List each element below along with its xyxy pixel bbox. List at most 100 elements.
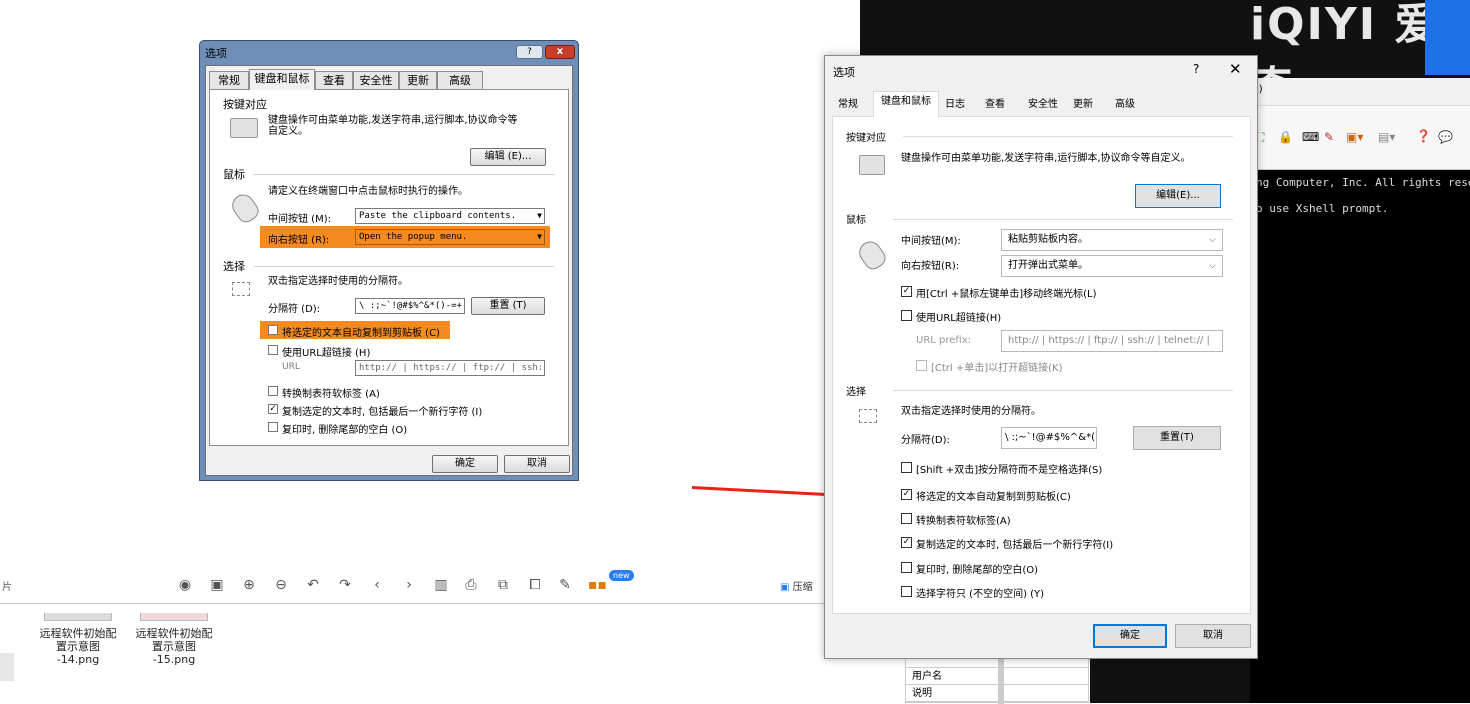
keyboard-icon — [859, 155, 885, 175]
compress-button[interactable]: ▣ 压缩 — [780, 578, 813, 593]
url-prefix-input[interactable]: http:// | https:// | ftp:// | ssh:// | t… — [1001, 330, 1223, 352]
thumbnail[interactable]: 远程软件初始配 置示意图 -14.png — [38, 613, 118, 666]
tab-update[interactable]: 更新 — [399, 71, 437, 89]
use-url-checkbox[interactable] — [901, 310, 912, 321]
previous-icon[interactable]: ‹ — [368, 576, 386, 594]
ok-button[interactable]: 确定 — [432, 455, 498, 473]
copy-newline-checkbox[interactable]: ✓ — [901, 537, 912, 548]
delete-icon[interactable]: ▥ — [432, 576, 450, 594]
tab-update[interactable]: 更新 — [1065, 94, 1101, 116]
select-nonblank-checkbox[interactable] — [901, 586, 912, 597]
ctrl-click-url-checkbox[interactable] — [916, 360, 927, 371]
close-button[interactable]: ✕ — [1229, 60, 1242, 78]
edit-button[interactable]: 编辑 (E)... — [470, 148, 546, 166]
keyboard-icon[interactable]: ⌨ — [1302, 130, 1319, 144]
use-url-label: 使用URL超链接(H) — [916, 313, 1002, 324]
crop-icon[interactable]: ⧠ — [526, 576, 544, 594]
highlight-icon[interactable]: ✎ — [1324, 130, 1334, 144]
tab-keyboard-mouse[interactable]: 键盘和鼠标 — [249, 69, 315, 90]
trim-trailing-checkbox[interactable] — [268, 422, 278, 432]
middle-button-select[interactable]: Paste the clipboard contents. ▼ — [355, 208, 545, 224]
copy-icon[interactable]: ⧉ — [494, 576, 512, 594]
use-url-checkbox[interactable] — [268, 345, 278, 355]
cancel-button[interactable]: 取消 — [1175, 624, 1251, 648]
tab-advanced[interactable]: 高级 — [1105, 94, 1145, 116]
next-icon[interactable]: › — [400, 576, 418, 594]
zoom-out-icon[interactable]: ⊖ — [272, 576, 290, 594]
ctrl-click-checkbox[interactable]: ✓ — [901, 286, 912, 297]
session-icon[interactable]: ▣▾ — [1346, 130, 1363, 144]
table-row: 说明 — [906, 685, 1088, 702]
shift-double-click-checkbox[interactable] — [901, 462, 912, 473]
lock-icon[interactable]: 🔒 — [1278, 130, 1293, 144]
table-row — [906, 659, 1088, 668]
rotate-left-icon[interactable]: ↶ — [304, 576, 322, 594]
tab-view[interactable]: 查看 — [979, 94, 1011, 116]
use-url-label: 使用URL超链接 (H) — [282, 348, 371, 359]
tab-convert-label: 转换制表符软标签(A) — [916, 516, 1011, 527]
mouse-scroll-icon[interactable]: ◉ — [176, 576, 194, 594]
tab-convert-checkbox[interactable] — [268, 386, 278, 396]
url-prefix-label: URL prefix: — [916, 335, 971, 346]
reset-button[interactable]: 重置(T) — [1133, 426, 1221, 450]
thumbnail-label: 远程软件初始配 — [39, 627, 117, 640]
delimiter-input[interactable]: \ :;~`!@#$%^&*()-=+| — [355, 298, 465, 314]
delimiter-input[interactable]: \ :;~`!@#$%^&*()-=+|[ — [1001, 427, 1097, 449]
select-section-title: 选择 — [223, 260, 245, 273]
edit-icon[interactable]: ✎ — [556, 576, 574, 594]
right-button-value: 打开弹出式菜单。 — [1008, 260, 1088, 271]
keyboard-icon — [230, 118, 258, 138]
tab-security[interactable]: 安全性 — [353, 71, 399, 89]
tab-log[interactable]: 日志 — [939, 94, 971, 116]
url-input[interactable]: http:// | https:// | ftp:// | ssh:/ — [355, 360, 545, 376]
tab-keyboard-mouse[interactable]: 键盘和鼠标 — [873, 91, 939, 117]
ok-button[interactable]: 确定 — [1093, 624, 1167, 648]
dialog-title: 选项 — [833, 66, 855, 79]
close-button[interactable]: x — [545, 45, 575, 59]
chat-icon[interactable]: 💬 — [1438, 130, 1453, 144]
actual-size-icon[interactable]: ▣ — [208, 576, 226, 594]
layout-icon[interactable]: ▤▾ — [1378, 130, 1395, 144]
reset-button[interactable]: 重置 (T) — [471, 297, 545, 315]
middle-button-value: 粘贴剪贴板内容。 — [1008, 234, 1088, 245]
ctrl-click-label: 用[Ctrl +鼠标左键单击]移动终端光标(L) — [916, 289, 1097, 300]
thumbnail[interactable]: 远程软件初始配 置示意图 -15.png — [134, 613, 214, 666]
cancel-button[interactable]: 取消 — [504, 455, 570, 473]
edit-button[interactable]: 编辑(E)... — [1135, 184, 1221, 208]
xshell-menubar: l) — [1250, 78, 1470, 106]
middle-button-select[interactable]: 粘贴剪贴板内容。 ⌵ — [1001, 229, 1223, 251]
right-button-select[interactable]: 打开弹出式菜单。 ⌵ — [1001, 255, 1223, 277]
delimiter-label: 分隔符 (D): — [268, 304, 321, 315]
properties-table: 用户名 说明 — [905, 658, 1089, 704]
mouse-icon — [854, 237, 890, 273]
print-icon[interactable]: ⎙ — [462, 576, 480, 594]
auto-copy-checkbox[interactable]: ✓ — [901, 489, 912, 500]
apps-icon[interactable]: ▪▪ — [588, 576, 607, 594]
auto-copy-checkbox[interactable] — [268, 325, 278, 335]
help-button[interactable]: ? — [516, 45, 543, 59]
tab-view[interactable]: 查看 — [315, 71, 353, 89]
copy-newline-checkbox[interactable]: ✓ — [268, 404, 278, 414]
section-divider — [893, 219, 1233, 220]
help-icon[interactable]: ❓ — [1416, 129, 1431, 143]
tab-security[interactable]: 安全性 — [1021, 94, 1065, 116]
thumbnail-label: -14.png — [56, 653, 100, 666]
right-button-select[interactable]: Open the popup menu. ▼ — [355, 229, 545, 245]
auto-copy-label: 将选定的文本自动复制到剪贴板 (C) — [282, 328, 440, 339]
tab-convert-checkbox[interactable] — [901, 513, 912, 524]
zoom-in-icon[interactable]: ⊕ — [240, 576, 258, 594]
terminal-output[interactable]: ng Computer, Inc. All rights reserv o us… — [1250, 170, 1470, 703]
terminal-lower — [1090, 658, 1250, 703]
right-button-label: 向右按钮(R): — [901, 261, 960, 272]
keymap-description-2: 自定义。 — [268, 126, 308, 137]
trim-trailing-checkbox[interactable] — [901, 562, 912, 573]
tab-general[interactable]: 常规 — [833, 94, 863, 116]
rotate-right-icon[interactable]: ↷ — [336, 576, 354, 594]
tab-advanced[interactable]: 高级 — [437, 71, 483, 89]
new-badge: new — [609, 570, 634, 581]
keymap-section-title: 按键对应 — [846, 133, 886, 144]
help-button[interactable]: ? — [1193, 62, 1199, 76]
tab-general[interactable]: 常规 — [209, 71, 249, 89]
middle-button-value: Paste the clipboard contents. — [359, 211, 517, 221]
url-label: URL — [282, 362, 300, 372]
